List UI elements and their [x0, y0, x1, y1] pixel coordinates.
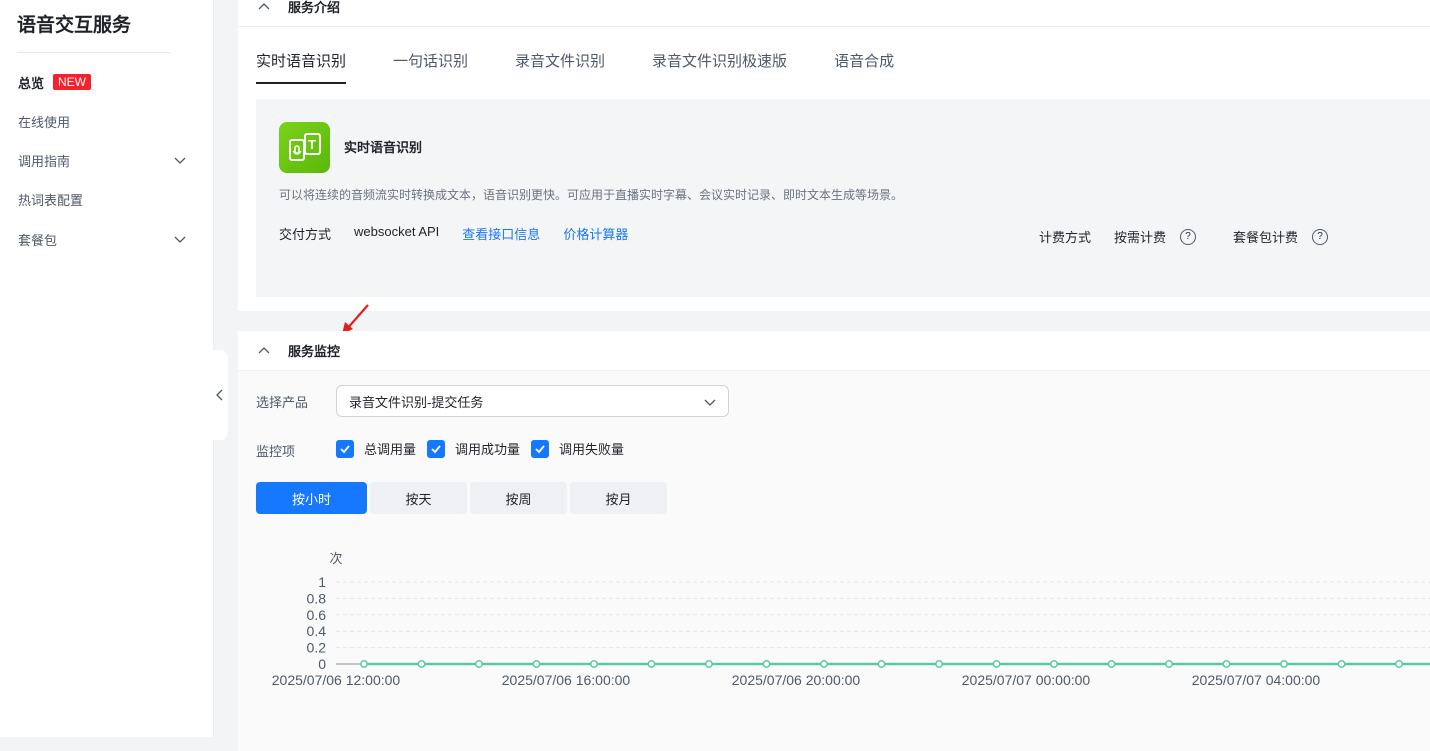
panel-title: 服务监控 [288, 344, 341, 359]
checkbox-total-calls[interactable]: 总调用量 [336, 439, 416, 458]
sidebar-item-call-guide[interactable]: 调用指南 [18, 148, 188, 172]
checkbox-label: 调用成功量 [455, 442, 521, 457]
product-tabs: 实时语音识别 一句话识别 录音文件识别 录音文件识别极速版 语音合成 [256, 50, 941, 84]
svg-text:T: T [308, 137, 316, 152]
sidebar-item-label: 调用指南 [18, 153, 71, 169]
service-intro-panel: 服务介绍 实时语音识别 一句话识别 录音文件识别 录音文件识别极速版 语音合成 … [238, 0, 1430, 311]
chevron-down-icon [174, 157, 186, 164]
billing-row: 计费方式 按需计费 ? 套餐包计费 ? [1039, 227, 1365, 246]
product-select[interactable]: 录音文件识别-提交任务 [336, 385, 729, 417]
speech-to-text-icon: T [279, 122, 330, 173]
check-icon [427, 439, 446, 458]
tab-tts[interactable]: 语音合成 [834, 50, 894, 84]
billing-label: 计费方式 [1039, 230, 1092, 245]
weekly-button[interactable]: 按周 [470, 482, 567, 514]
sidebar-item-label: 总览 [18, 75, 45, 91]
data-point [360, 660, 368, 668]
sidebar-collapse-handle[interactable] [212, 350, 228, 440]
monitor-items-label: 监控项 [256, 444, 296, 459]
chevron-up-icon [258, 346, 270, 353]
data-point [590, 660, 598, 668]
sidebar-item-label: 在线使用 [18, 114, 71, 130]
sidebar-item-overview[interactable]: 总览 NEW [18, 70, 188, 94]
x-tick-label: 2025/07/06 16:00:00 [502, 672, 631, 688]
checkbox-failed-calls[interactable]: 调用失败量 [531, 439, 624, 458]
granularity-segmented: 按小时 按天 按周 按月 [256, 482, 670, 514]
service-intro-header[interactable]: 服务介绍 [238, 0, 1430, 27]
data-point [820, 660, 828, 668]
data-point [1395, 660, 1403, 668]
x-tick-label: 2025/07/06 20:00:00 [732, 672, 861, 688]
service-monitor-header[interactable]: 服务监控 [238, 331, 1430, 371]
delivery-label: 交付方式 [279, 227, 332, 242]
tab-sentence-asr[interactable]: 一句话识别 [393, 50, 468, 84]
sidebar-item-online-use[interactable]: 在线使用 [18, 109, 188, 133]
daily-button[interactable]: 按天 [370, 482, 467, 514]
tab-file-asr-fast[interactable]: 录音文件识别极速版 [652, 50, 787, 84]
app-title: 语音交互服务 [17, 15, 132, 36]
data-point [762, 660, 771, 668]
check-icon [531, 439, 550, 458]
sidebar-item-package[interactable]: 套餐包 [18, 227, 188, 251]
y-tick-label: 0.2 [307, 640, 327, 656]
data-point [1107, 660, 1116, 668]
y-tick-label: 0.4 [307, 623, 327, 639]
chevron-down-icon [704, 399, 716, 406]
chevron-up-icon [258, 2, 270, 9]
product-card: T 实时语音识别 可以将连续的音频流实时转换成文本，语音识别更快。可应用于直播实… [256, 99, 1430, 297]
product-select-value: 录音文件识别-提交任务 [349, 394, 484, 410]
delivery-value: websocket API [354, 224, 440, 239]
check-icon [336, 439, 354, 458]
checkbox-label: 调用失败量 [559, 442, 625, 457]
data-point [877, 660, 886, 668]
data-point [647, 660, 656, 668]
help-icon[interactable]: ? [1180, 228, 1197, 245]
hourly-button[interactable]: 按小时 [256, 482, 367, 514]
sidebar-item-label: 热词表配置 [18, 192, 84, 208]
billing-on-demand: 按需计费 [1114, 230, 1167, 245]
data-point [992, 660, 1001, 668]
chevron-left-icon [216, 389, 223, 401]
sidebar-item-hotword[interactable]: 热词表配置 [18, 187, 188, 211]
tab-realtime-asr[interactable]: 实时语音识别 [256, 50, 347, 84]
data-point [417, 660, 426, 668]
data-point [1050, 660, 1058, 668]
data-point [705, 660, 713, 668]
y-tick-label: 0.6 [307, 607, 327, 623]
chevron-down-icon [174, 236, 186, 243]
data-point [1337, 660, 1346, 668]
data-point [532, 660, 541, 668]
delivery-row: 交付方式 websocket API 查看接口信息 价格计算器 [279, 224, 651, 243]
x-tick-label: 2025/07/07 04:00:00 [1192, 672, 1321, 688]
data-point [935, 660, 943, 668]
y-tick-label: 0 [318, 656, 326, 672]
x-tick-label: 2025/07/06 12:00:00 [272, 672, 401, 688]
data-point [1280, 660, 1288, 668]
y-tick-label: 1 [318, 574, 326, 590]
new-badge: NEW [53, 74, 92, 90]
checkbox-success-calls[interactable]: 调用成功量 [427, 439, 520, 458]
data-point [475, 660, 483, 668]
monthly-button[interactable]: 按月 [570, 482, 667, 514]
billing-package: 套餐包计费 [1233, 230, 1299, 245]
tab-file-asr[interactable]: 录音文件识别 [515, 50, 605, 84]
data-point [1165, 660, 1173, 668]
view-api-link[interactable]: 查看接口信息 [462, 224, 540, 243]
y-axis-title: 次 [329, 551, 342, 566]
calls-line-chart: 次10.80.60.40.202025/07/06 12:00:00 2025/0… [272, 551, 1430, 688]
sidebar-divider [17, 52, 170, 53]
price-calculator-link[interactable]: 价格计算器 [563, 224, 628, 243]
panel-title: 服务介绍 [288, 0, 341, 15]
data-point [1222, 660, 1231, 668]
product-title: 实时语音识别 [344, 140, 423, 155]
help-icon[interactable]: ? [1312, 228, 1329, 245]
sidebar-item-label: 套餐包 [18, 232, 58, 248]
monitor-items: 总调用量 调用成功量 调用失败量 [336, 439, 635, 458]
checkbox-label: 总调用量 [364, 442, 417, 457]
product-description: 可以将连续的音频流实时转换成文本，语音识别更快。可应用于直播实时字幕、会议实时记… [279, 188, 904, 202]
product-select-label: 选择产品 [256, 395, 309, 410]
y-tick-label: 0.8 [307, 590, 327, 606]
x-tick-label: 2025/07/07 00:00:00 [962, 672, 1091, 688]
